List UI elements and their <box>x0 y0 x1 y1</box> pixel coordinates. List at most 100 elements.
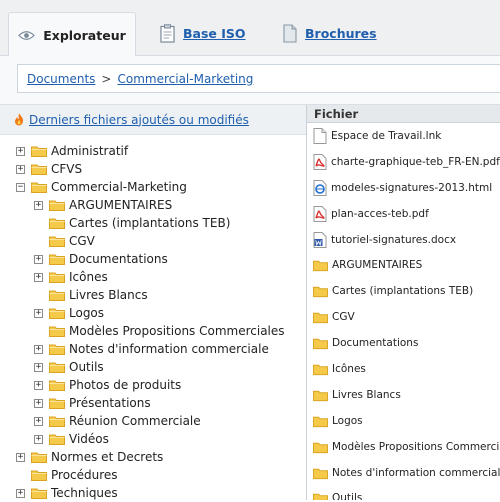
tree-item-label: Livres Blancs <box>69 288 148 302</box>
tree-item[interactable]: + Icônes <box>0 268 306 286</box>
folder-icon <box>49 398 65 409</box>
file-list-item[interactable]: Notes d'information commerciale <box>307 460 500 486</box>
tree-item-label: Photos de produits <box>69 378 182 392</box>
expand-icon[interactable]: + <box>34 254 43 264</box>
file-list-item[interactable]: Espace de Travail.lnk <box>307 123 500 149</box>
tree-item[interactable]: + Notes d'information commerciale <box>0 340 306 358</box>
tree-item[interactable]: + Documentations <box>0 250 306 268</box>
file-list-item[interactable]: tutoriel-signatures.docx <box>307 227 500 253</box>
html-icon <box>313 179 327 196</box>
expand-icon[interactable]: + <box>34 434 43 444</box>
expand-icon[interactable]: + <box>16 452 25 462</box>
recent-files-bar: Derniers fichiers ajoutés ou modifiés <box>0 105 306 135</box>
folder-icon <box>49 218 65 229</box>
expand-icon[interactable]: + <box>16 488 25 498</box>
folder-tree: + Administratif + CFVS − Commercial-Marketing… <box>0 142 306 502</box>
tree-item[interactable]: + Normes et Decrets <box>0 448 306 466</box>
tree-item[interactable]: − Commercial-Marketing <box>0 178 306 196</box>
file-name: Icônes <box>332 362 366 375</box>
collapse-icon[interactable]: − <box>16 182 25 192</box>
folder-icon <box>313 416 328 427</box>
file-name: CGV <box>332 311 355 324</box>
tree-item[interactable]: Procédures <box>0 466 306 484</box>
expand-icon[interactable]: + <box>34 308 43 318</box>
file-name: modeles-signatures-2013.html <box>331 181 493 194</box>
file-list-item[interactable]: Logos <box>307 408 500 434</box>
tree-item[interactable]: CGV <box>0 232 306 250</box>
file-name: Livres Blancs <box>332 388 401 401</box>
file-list-item[interactable]: plan-acces-teb.pdf <box>307 201 500 227</box>
shortcut-icon <box>313 127 327 144</box>
tab-explorateur-label: Explorateur <box>43 27 126 43</box>
tree-item[interactable]: + Techniques <box>0 484 306 502</box>
recent-files-link[interactable]: Derniers fichiers ajoutés ou modifiés <box>29 113 249 127</box>
tree-item[interactable]: + Outils <box>0 358 306 376</box>
tab-brochures-label: Brochures <box>305 26 377 41</box>
expand-icon[interactable]: + <box>34 416 43 426</box>
file-list-item[interactable]: charte-graphique-teb_FR-EN.pdf <box>307 149 500 175</box>
expand-icon[interactable]: + <box>16 164 25 174</box>
tree-item[interactable]: + CFVS <box>0 160 306 178</box>
file-column-header[interactable]: Fichier <box>307 105 500 123</box>
clipboard-icon <box>160 24 175 43</box>
folder-icon <box>313 390 328 401</box>
breadcrumb-separator: > <box>101 71 112 86</box>
folder-tree-pane: Derniers fichiers ajoutés ou modifiés + A… <box>0 105 307 500</box>
file-list-item[interactable]: modeles-signatures-2013.html <box>307 175 500 201</box>
tab-base-iso[interactable]: Base ISO <box>160 12 246 55</box>
tree-item[interactable]: Modèles Propositions Commerciales <box>0 322 306 340</box>
file-list-item[interactable]: CGV <box>307 304 500 330</box>
file-name: tutoriel-signatures.docx <box>331 233 457 246</box>
tab-base-iso-label: Base ISO <box>183 26 246 41</box>
folder-icon <box>31 146 47 157</box>
file-list-item[interactable]: Documentations <box>307 330 500 356</box>
file-name: Modèles Propositions Commerciales <box>332 440 500 453</box>
tree-item[interactable]: + Administratif <box>0 142 306 160</box>
file-list-item[interactable]: Icônes <box>307 356 500 382</box>
expand-icon[interactable]: + <box>34 362 43 372</box>
tree-item[interactable]: Cartes (implantations TEB) <box>0 214 306 232</box>
folder-icon <box>49 434 65 445</box>
breadcrumb-documents[interactable]: Documents <box>27 72 95 86</box>
file-name: Cartes (implantations TEB) <box>332 285 474 298</box>
breadcrumb: Documents > Commercial-Marketing <box>17 64 500 93</box>
tree-item-label: Outils <box>69 360 104 374</box>
tree-item[interactable]: + ARGUMENTAIRES <box>0 196 306 214</box>
file-list-item[interactable]: Modèles Propositions Commerciales <box>307 434 500 460</box>
file-list-item[interactable]: ARGUMENTAIRES <box>307 252 500 278</box>
tab-brochures[interactable]: Brochures <box>283 12 377 55</box>
file-list-item[interactable]: Outils <box>307 485 500 500</box>
tree-item-label: Présentations <box>69 396 151 410</box>
expand-icon[interactable]: + <box>16 146 25 156</box>
expand-icon[interactable]: + <box>34 344 43 354</box>
expand-icon[interactable]: + <box>34 200 43 210</box>
folder-icon <box>313 261 328 272</box>
tree-item[interactable]: + Présentations <box>0 394 306 412</box>
pdf-icon <box>313 153 327 170</box>
breadcrumb-commercial-marketing[interactable]: Commercial-Marketing <box>117 72 253 86</box>
pdf-icon <box>313 205 327 222</box>
tree-item-label: Réunion Commerciale <box>69 414 201 428</box>
expand-icon[interactable]: + <box>34 380 43 390</box>
tree-item[interactable]: + Réunion Commerciale <box>0 412 306 430</box>
tree-item[interactable]: + Photos de produits <box>0 376 306 394</box>
folder-icon <box>313 442 328 453</box>
file-list-item[interactable]: Livres Blancs <box>307 382 500 408</box>
expand-icon[interactable]: + <box>34 272 43 282</box>
tree-item[interactable]: + Vidéos <box>0 430 306 448</box>
folder-icon <box>49 290 65 301</box>
file-list-item[interactable]: Cartes (implantations TEB) <box>307 278 500 304</box>
folder-icon <box>49 380 65 391</box>
folder-icon <box>49 200 65 211</box>
tree-item[interactable]: Livres Blancs <box>0 286 306 304</box>
expand-icon[interactable]: + <box>34 398 43 408</box>
file-name: charte-graphique-teb_FR-EN.pdf <box>331 155 500 168</box>
tree-item-label: Documentations <box>69 252 168 266</box>
file-list: Espace de Travail.lnk charte-graphique-te… <box>307 123 500 500</box>
tab-explorateur[interactable]: Explorateur <box>8 12 136 57</box>
tree-item-label: CFVS <box>51 162 83 176</box>
folder-icon <box>313 312 328 324</box>
file-name: Outils <box>332 492 363 500</box>
folder-icon <box>31 182 47 193</box>
tree-item[interactable]: + Logos <box>0 304 306 322</box>
